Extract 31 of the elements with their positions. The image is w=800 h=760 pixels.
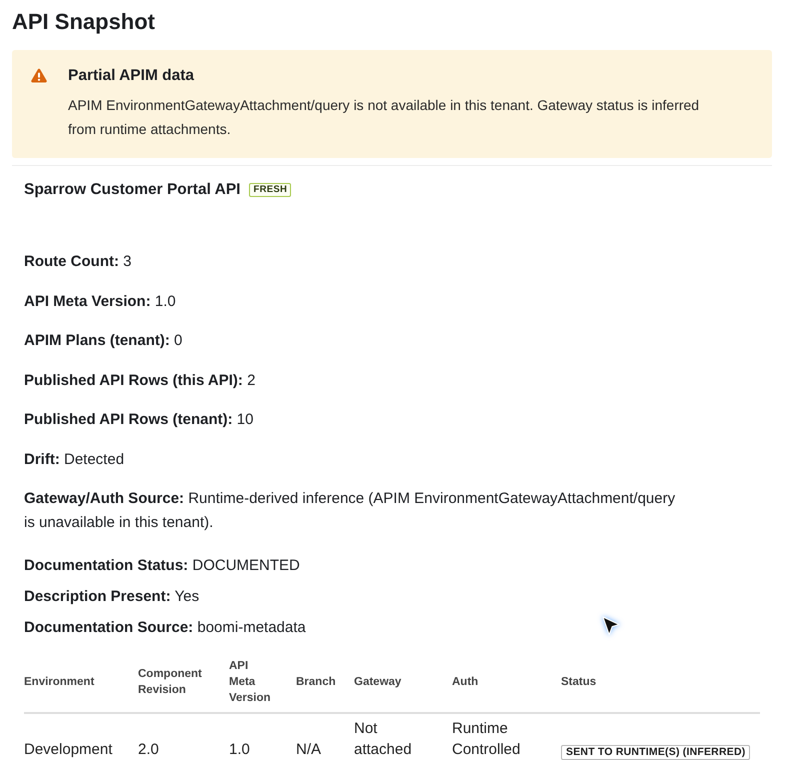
detail-text: Drift: Detected [24, 450, 124, 470]
detail-text: APIM Plans (tenant): 0 [24, 331, 182, 351]
column-header: Gateway [354, 650, 452, 713]
column-header: Component Revision [138, 650, 229, 713]
column-header: Status [561, 650, 760, 713]
table-cell: Not attached [354, 713, 452, 760]
table-cell: 2.0 [138, 713, 229, 760]
warning-icon [31, 68, 47, 83]
detail-text: Route Count: 3 [24, 252, 132, 272]
detail-text: Description Present: Yes [24, 587, 200, 607]
table-cell: 1.0 [229, 713, 296, 760]
alert-title: Partial APIM data [68, 66, 194, 86]
table-cell: Development [24, 713, 138, 760]
alert-message: APIM EnvironmentGatewayAttachment/query is not available in this tenant. Gateway status is inferred from runtime attachments. [68, 96, 700, 139]
detail-text: Gateway/Auth Source: Runtime-derived inference (APIM EnvironmentGatewayAttachment/query is unavailable in this tenant). [24, 489, 676, 533]
column-header: Environment [24, 650, 138, 713]
table-cell: N/A [296, 713, 354, 760]
column-header: Auth [452, 650, 561, 713]
detail-text: Documentation Status: DOCUMENTED [24, 556, 300, 576]
column-header: API Meta Version [229, 650, 296, 713]
table-cell: Runtime Controlled [452, 713, 561, 760]
page-title: API Snapshot [12, 8, 156, 36]
status-badge: SENT TO RUNTIME(S) (INFERRED) [561, 745, 750, 760]
column-header: Branch [296, 650, 354, 713]
detail-text: Published API Rows (this API): 2 [24, 370, 256, 390]
freshness-badge: FRESH [249, 183, 292, 197]
cursor-icon [602, 616, 620, 636]
detail-text: API Meta Version: 1.0 [24, 292, 176, 312]
detail-text: Published API Rows (tenant): 10 [24, 410, 254, 430]
api-name: Sparrow Customer Portal API [24, 180, 240, 200]
detail-text: Documentation Source: boomi-metadata [24, 618, 306, 638]
